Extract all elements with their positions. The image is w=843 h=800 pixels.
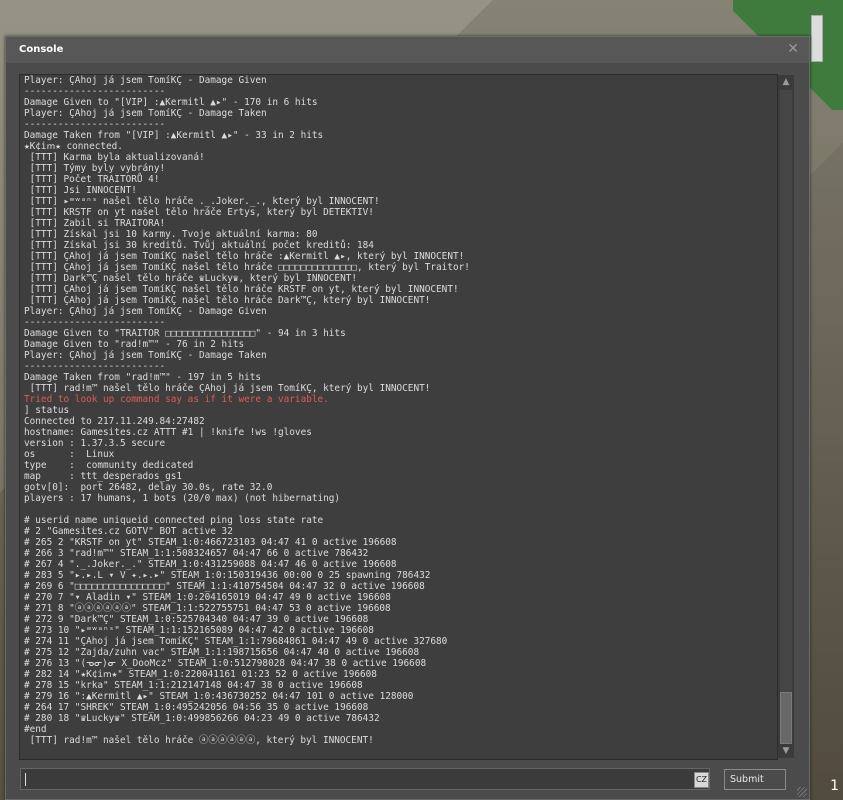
console-line: # 275 12 "Zajda/zuhn vac" STEAM_1:1:1987…: [24, 647, 420, 658]
console-line: # 269 6 "□□□□□□□□□□□□□□□□" STEAM_1:1:410…: [24, 581, 425, 592]
scroll-down-icon[interactable]: ▼: [778, 744, 794, 758]
console-scrollbar[interactable]: ▲ ▼: [778, 75, 794, 758]
console-line: [TTT] KRSTF on yt našel tělo hráče Ertys…: [24, 207, 374, 218]
console-line: [TTT] Počet TRAITORŮ 4!: [24, 174, 160, 185]
console-line: # 274 11 "ÇAhoj já jsem TomíKÇ" STEAM_1:…: [24, 636, 448, 647]
console-line: version : 1.37.3.5 secure: [24, 438, 166, 449]
console-line: players : 17 humans, 1 bots (20/0 max) (…: [24, 493, 341, 504]
console-input[interactable]: [20, 768, 710, 790]
resize-grip[interactable]: [797, 787, 807, 797]
console-line: -------------------------: [24, 86, 166, 97]
console-line: [TTT] Zabil si TRAITORA!: [24, 218, 166, 229]
console-line: [TTT] ÇAhoj já jsem TomíKÇ našel tělo hr…: [24, 251, 465, 262]
console-line: Damage Given to "rad!m™" - 76 in 2 hits: [24, 339, 245, 350]
console-line: # 267 4 "._.Joker._." STEAM_1:0:43125908…: [24, 559, 397, 570]
console-line: # userid name uniqueid connected ping lo…: [24, 515, 324, 526]
console-line: [TTT] Karma byla aktualizovaná!: [24, 152, 205, 163]
console-line: Damage Given to "[VIP] :▲Kermitl ▲▸" - 1…: [24, 97, 318, 108]
console-line: [TTT] ÇAhoj já jsem TomíKÇ našel tělo hr…: [24, 295, 431, 306]
console-line: #end: [24, 724, 47, 735]
console-line: # 279 16 ":▲Kermitl ▲▸" STEAM_1:0:436730…: [24, 691, 414, 702]
console-output: Player: ÇAhoj já jsem TomíKÇ - Damage Gi…: [19, 74, 778, 760]
console-line: [TTT] ▸ʷʷᵃⁿˢ našel tělo hráče ._.Joker._…: [24, 196, 380, 207]
console-line: Player: ÇAhoj já jsem TomíKÇ - Damage Gi…: [24, 75, 267, 86]
text-caret: [25, 773, 26, 786]
console-line: # 273 10 "▸ʷʷᵃⁿˢ" STEAM_1:1:152165089 04…: [24, 625, 374, 636]
console-line: Player: ÇAhoj já jsem TomíKÇ - Damage Ta…: [24, 350, 267, 361]
background-pole: [811, 15, 823, 62]
console-line: # 271 8 "ⓐⓐⓐⓐⓐⓐ" STEAM_1:1:522755751 04:…: [24, 603, 391, 614]
console-line: [TTT] Týmy byly vybrány!: [24, 163, 166, 174]
console-window: Console ✕ Player: ÇAhoj já jsem TomíKÇ -…: [5, 36, 810, 800]
input-language-indicator: CZ: [694, 772, 709, 788]
scroll-track[interactable]: [780, 90, 792, 744]
console-line: [TTT] rad!m™ našel tělo hráče ⓐⓐⓐⓐⓐⓐ, kt…: [24, 735, 374, 746]
console-line: # 272 9 "Dark™Ç" STEAM_1:0:525704340 04:…: [24, 614, 369, 625]
console-line: [TTT] Dark™Ç našel tělo hráče ♛Lucky♛, k…: [24, 273, 358, 284]
console-line: # 266 3 "rad!m™" STEAM_1:1:508324657 04:…: [24, 548, 369, 559]
console-line: ] status: [24, 405, 70, 416]
close-icon[interactable]: ✕: [787, 41, 799, 57]
console-line: ★K¢iՠ★ connected.: [24, 141, 123, 152]
corner-number: 1: [830, 778, 839, 794]
console-line: # 276 13 "(ᓀᓂ)ᓂ X_DooMcz" STEAM_1:0:5127…: [24, 658, 427, 669]
console-line: -------------------------: [24, 317, 166, 328]
console-line: map : ttt_desperados_gs1: [24, 471, 183, 482]
title-bar[interactable]: Console ✕: [6, 37, 809, 63]
console-line: [TTT] Jsi INNOCENT!: [24, 185, 137, 196]
console-line: [TTT] Získal jsi 10 karmy. Tvoje aktuáln…: [24, 229, 318, 240]
console-line: # 265 2 "KRSTF on yt" STEAM_1:0:46672310…: [24, 537, 397, 548]
console-line: # 264 17 "SHREK" STEAM_1:0:495242056 04:…: [24, 702, 369, 713]
scroll-thumb[interactable]: [780, 692, 792, 744]
console-log: Player: ÇAhoj já jsem TomíKÇ - Damage Gi…: [24, 75, 776, 746]
console-line: [TTT] Získal jsi 30 kreditů. Tvůj aktuál…: [24, 240, 374, 251]
console-line: Connected to 217.11.249.84:27482: [24, 416, 205, 427]
submit-button[interactable]: Submit: [724, 769, 786, 790]
console-line: -------------------------: [24, 361, 166, 372]
console-line: gotv[0]: port 26482, delay 30.0s, rate 3…: [24, 482, 273, 493]
scroll-up-icon[interactable]: ▲: [778, 75, 794, 89]
console-line: # 278 15 "krka" STEAM_1:1:212147148 04:4…: [24, 680, 363, 691]
console-line: Damage Given to "TRAITOR □□□□□□□□□□□□□□□…: [24, 328, 346, 339]
console-line: Player: ÇAhoj já jsem TomíKÇ - Damage Ta…: [24, 108, 267, 119]
console-line: os : Linux: [24, 449, 115, 460]
console-line: type : community dedicated: [24, 460, 194, 471]
console-line: Damage Taken from "[VIP] :▲Kermitl ▲▸" -…: [24, 130, 324, 141]
console-line: Player: ÇAhoj já jsem TomíKÇ - Damage Gi…: [24, 306, 267, 317]
console-line: hostname: Gamesites.cz ATTT #1 | !knife …: [24, 427, 312, 438]
console-line: Damage Taken from "rad!m™" - 197 in 5 hi…: [24, 372, 262, 383]
console-line: [TTT] ÇAhoj já jsem TomíKÇ našel tělo hr…: [24, 284, 459, 295]
console-line: # 283 5 "▸.▸.L ▾ V ✦.▸.▸" STEAM_1:0:1503…: [24, 570, 431, 581]
console-line: # 280 18 "♛Lucky♛" STEAM_1:0:499856266 0…: [24, 713, 380, 724]
console-line: [TTT] rad!m™ našel tělo hráče ÇAhoj já j…: [24, 383, 431, 394]
console-line: [TTT] ÇAhoj já jsem TomíKÇ našel tělo hr…: [24, 262, 470, 273]
console-line: # 270 7 "▾ Aladin ▾" STEAM_1:0:204165019…: [24, 592, 391, 603]
console-line: # 282 14 "★K¢iՠ★" STEAM_1:0:220041161 01…: [24, 669, 377, 680]
window-title: Console: [19, 44, 64, 55]
console-error-line: Tried to look up command say as if it we…: [24, 394, 329, 405]
console-line: -------------------------: [24, 119, 166, 130]
console-line: # 2 "Gamesites.cz GOTV" BOT active 32: [24, 526, 233, 537]
